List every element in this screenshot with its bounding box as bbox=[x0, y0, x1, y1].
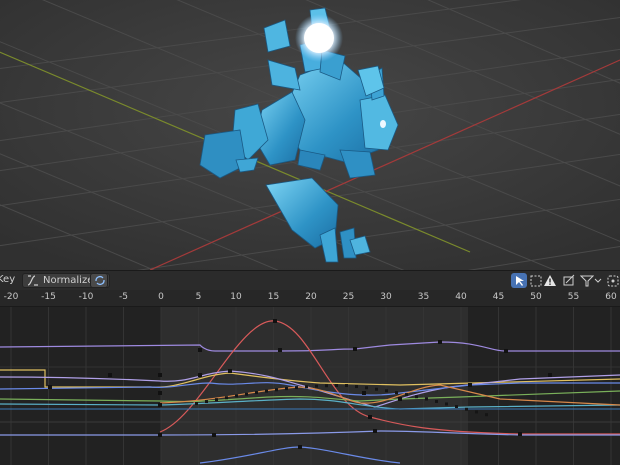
ruler-tick: 55 bbox=[567, 292, 580, 302]
refresh-icon bbox=[95, 276, 105, 285]
baked-keyframe bbox=[465, 407, 468, 411]
baked-keyframe bbox=[255, 391, 258, 395]
baked-keyframe bbox=[405, 393, 408, 397]
keyframe bbox=[398, 397, 402, 401]
baked-keyframe bbox=[235, 394, 238, 398]
keyframe bbox=[48, 385, 52, 389]
keyframe bbox=[468, 383, 472, 387]
ruler-tick: 45 bbox=[492, 292, 505, 302]
baked-keyframe bbox=[345, 384, 348, 388]
baked-keyframe bbox=[365, 386, 368, 390]
warning-icon[interactable] bbox=[543, 274, 557, 288]
keyframe bbox=[373, 429, 377, 433]
baked-keyframe bbox=[485, 413, 488, 417]
keyframe bbox=[362, 391, 366, 395]
baked-keyframe bbox=[265, 389, 268, 393]
baked-keyframe bbox=[415, 395, 418, 399]
creature-eye bbox=[380, 120, 386, 128]
baked-keyframe bbox=[195, 402, 198, 405]
keyframe bbox=[158, 391, 162, 395]
baked-keyframe bbox=[275, 388, 278, 392]
keyframe bbox=[278, 348, 282, 352]
baked-keyframe bbox=[355, 385, 358, 389]
ruler-tick: 15 bbox=[267, 292, 280, 302]
keyframe bbox=[438, 340, 442, 344]
normalize-label: Normalize bbox=[43, 275, 94, 286]
key-menu[interactable]: Key bbox=[0, 274, 15, 285]
baked-keyframe bbox=[395, 391, 398, 395]
keyframe bbox=[198, 348, 202, 352]
keyframe bbox=[212, 433, 216, 437]
ruler-tick: 40 bbox=[455, 292, 467, 302]
keyframe bbox=[353, 347, 357, 351]
baked-keyframe bbox=[455, 405, 458, 409]
ruler-tick: 35 bbox=[417, 292, 430, 302]
refresh-button[interactable] bbox=[90, 273, 108, 288]
fcurves-view bbox=[0, 307, 620, 465]
filter-icon[interactable] bbox=[580, 274, 594, 288]
ruler-tick: -10 bbox=[78, 292, 94, 302]
baked-keyframe bbox=[245, 392, 248, 396]
baked-keyframe bbox=[205, 400, 208, 404]
snap-icon[interactable] bbox=[529, 274, 543, 288]
viewport-scene bbox=[0, 0, 620, 270]
keyframe bbox=[158, 433, 162, 437]
baked-keyframe bbox=[425, 397, 428, 401]
lasso-icon[interactable] bbox=[606, 274, 620, 288]
ruler-tick: -15 bbox=[41, 292, 56, 302]
normalize-icon bbox=[27, 275, 38, 286]
baked-keyframe bbox=[385, 389, 388, 393]
ruler-tick: 60 bbox=[605, 292, 617, 302]
chevron-down-icon[interactable] bbox=[594, 274, 602, 288]
overlay-icon[interactable] bbox=[562, 274, 576, 288]
select-cursor-icon bbox=[516, 276, 524, 286]
ruler-tick: 50 bbox=[530, 292, 542, 302]
keyframe bbox=[198, 373, 202, 377]
baked-keyframe bbox=[285, 387, 288, 391]
graph-editor-canvas[interactable] bbox=[0, 307, 620, 465]
baked-keyframe bbox=[305, 385, 308, 389]
keyframe bbox=[504, 349, 508, 353]
keyframe bbox=[108, 373, 112, 377]
baked-keyframe bbox=[445, 402, 448, 406]
keyframe bbox=[228, 369, 232, 373]
only-selected-toggle[interactable] bbox=[511, 273, 527, 288]
ruler-tick: 20 bbox=[305, 292, 317, 302]
baked-keyframe bbox=[215, 398, 218, 402]
keyframe bbox=[518, 432, 522, 436]
keyframe bbox=[368, 415, 372, 419]
baked-keyframe bbox=[225, 396, 228, 400]
baked-keyframe bbox=[375, 387, 378, 391]
baked-keyframe bbox=[315, 384, 318, 388]
3d-viewport[interactable] bbox=[0, 0, 620, 270]
baked-keyframe bbox=[325, 384, 328, 388]
light-core bbox=[304, 23, 334, 53]
ruler-tick: 30 bbox=[380, 292, 392, 302]
baked-keyframe bbox=[295, 386, 298, 390]
keyframe bbox=[273, 319, 277, 323]
frame-ruler[interactable]: -20 -15 -10 -5 0 5 10 15 20 25 30 35 40 45 50 55 60 bbox=[0, 290, 620, 307]
ruler-tick: 0 bbox=[158, 292, 164, 302]
keyframe bbox=[158, 403, 162, 407]
ruler-tick: -5 bbox=[119, 292, 128, 302]
ruler-tick: -20 bbox=[3, 292, 19, 302]
ruler-tick: 10 bbox=[230, 292, 242, 302]
keyframe bbox=[158, 373, 162, 377]
keyframe bbox=[298, 445, 302, 449]
ruler-tick: 5 bbox=[195, 292, 202, 302]
graph-editor-header: Key Normalize bbox=[0, 270, 620, 290]
baked-keyframe bbox=[435, 399, 438, 403]
keyframe bbox=[548, 373, 552, 377]
ruler-tick: 25 bbox=[342, 292, 355, 302]
baked-keyframe bbox=[335, 384, 338, 388]
baked-keyframe bbox=[475, 410, 478, 414]
